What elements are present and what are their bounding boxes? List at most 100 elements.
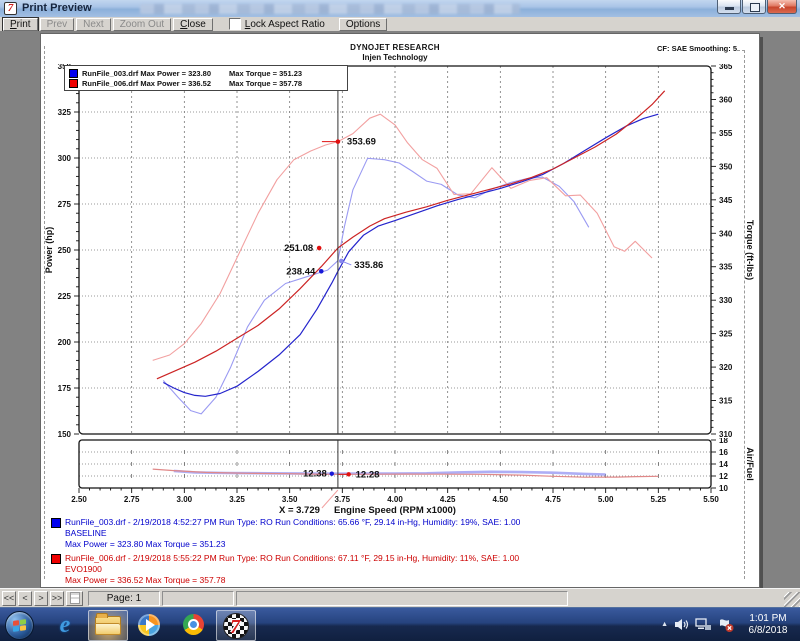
window-title: Print Preview: [22, 2, 92, 14]
close-window-button[interactable]: ✕: [767, 0, 797, 14]
taskbar-dynojet-icon[interactable]: 7: [216, 610, 256, 641]
start-button[interactable]: [5, 611, 34, 640]
app-icon: 7: [4, 2, 17, 15]
annotation-335.86: 335.86: [339, 259, 383, 271]
taskbar-internet-explorer-icon[interactable]: e: [46, 610, 84, 639]
svg-text:330: 330: [719, 296, 733, 305]
runfile_003-torque-curve: [163, 158, 589, 414]
print-button[interactable]: Print: [3, 18, 38, 31]
previous-page-button[interactable]: <: [18, 591, 32, 606]
svg-text:5.25: 5.25: [651, 495, 667, 504]
torque-axis-ticks: 310315320325330335340345350355360365: [711, 64, 733, 438]
run-color-swatch: [51, 518, 61, 528]
legend-text: RunFile_006.drf Max Power = 336.52: [82, 79, 211, 88]
svg-text:12.38: 12.38: [303, 469, 327, 480]
svg-text:345: 345: [719, 196, 733, 205]
svg-text:5.00: 5.00: [598, 495, 614, 504]
air-fuel-chart: 1012141618Air/Fuel2.502.753.003.253.503.…: [41, 438, 759, 520]
svg-text:18: 18: [719, 438, 728, 445]
run-block-baseline: RunFile_003.drf - 2/19/2018 4:52:27 PM R…: [51, 517, 741, 550]
rpm-axis-ticks: 2.502.753.003.253.503.754.004.254.504.75…: [71, 488, 719, 504]
tray-expand-icon[interactable]: ▲: [661, 621, 668, 628]
svg-text:3.00: 3.00: [177, 495, 193, 504]
svg-text:238.44: 238.44: [286, 266, 316, 277]
svg-text:3.75: 3.75: [335, 495, 351, 504]
power-axis-ticks: 150175200225250275300325350: [58, 64, 79, 438]
first-page-button[interactable]: <<: [2, 591, 16, 606]
svg-text:16: 16: [719, 448, 728, 457]
taskbar-clock[interactable]: 1:01 PM 6/8/2018: [740, 613, 796, 637]
svg-text:4.00: 4.00: [387, 495, 403, 504]
preview-page[interactable]: DYNOJET RESEARCH Injen Technology CF: SA…: [40, 33, 760, 588]
svg-text:250: 250: [58, 246, 72, 255]
legend-row: RunFile_006.drf Max Power = 336.52 Max T…: [69, 78, 343, 88]
status-panel: [162, 591, 234, 606]
volume-icon[interactable]: [674, 618, 689, 631]
runfile_006-torque-curve: [153, 114, 652, 360]
maximize-button[interactable]: [742, 0, 766, 14]
svg-text:315: 315: [719, 397, 733, 406]
taskbar-file-explorer-icon[interactable]: [88, 610, 128, 641]
svg-text:2.50: 2.50: [71, 495, 87, 504]
network-icon[interactable]: [695, 618, 712, 631]
run-block-evo1900: RunFile_006.drf - 2/19/2018 5:55:22 PM R…: [51, 553, 741, 586]
annotation-251.08: 251.08: [284, 243, 321, 254]
page-view-button[interactable]: [66, 591, 83, 606]
svg-text:353.69: 353.69: [347, 137, 376, 148]
lock-aspect-ratio-label: Lock Aspect Ratio: [245, 19, 325, 30]
svg-text:4.50: 4.50: [493, 495, 509, 504]
svg-text:335.86: 335.86: [354, 260, 383, 271]
taskbar: e 7 ▲ 1:01 PM 6/8/2018: [0, 607, 800, 641]
checkbox-box[interactable]: [229, 18, 241, 30]
smoothing-note: CF: SAE Smoothing: 5: [657, 44, 737, 53]
redacted-document-path: [140, 4, 520, 14]
page-indicator-label: Page: 1: [107, 593, 141, 604]
print-preview-toolbar: Print Prev Next Zoom Out Close Lock Aspe…: [0, 17, 800, 32]
page-icon: [70, 592, 80, 604]
x-axis-title: Engine Speed (RPM x1000): [334, 505, 456, 516]
media-player-icon: [138, 614, 160, 636]
svg-text:4.25: 4.25: [440, 495, 456, 504]
legend-swatch-blue: [69, 69, 78, 78]
svg-text:150: 150: [58, 430, 72, 438]
prev-page-button[interactable]: Prev: [40, 18, 75, 31]
main-grid: [79, 66, 711, 434]
af-axis-ticks: 1012141618: [711, 438, 728, 493]
folder-icon: [95, 616, 121, 635]
next-page-button-status[interactable]: >: [34, 591, 48, 606]
lock-aspect-ratio-checkbox[interactable]: Lock Aspect Ratio: [229, 18, 325, 30]
chart-subtitle: Injen Technology: [79, 53, 711, 62]
svg-text:355: 355: [719, 129, 733, 138]
svg-text:225: 225: [58, 292, 72, 301]
svg-text:325: 325: [719, 330, 733, 339]
legend-swatch-red: [69, 79, 78, 88]
zoom-out-button[interactable]: Zoom Out: [113, 18, 171, 31]
minimize-button[interactable]: [717, 0, 741, 14]
power-torque-chart: 1501752002252502753003253503103153203253…: [41, 64, 759, 438]
dynojet-7-icon: 7: [223, 613, 249, 639]
run-file-line: RunFile_006.drf - 2/19/2018 5:55:22 PM R…: [65, 553, 741, 564]
svg-text:12.28: 12.28: [356, 469, 380, 480]
svg-text:350: 350: [719, 162, 733, 171]
run-info: RunFile_003.drf - 2/19/2018 4:52:27 PM R…: [51, 517, 741, 589]
svg-text:275: 275: [58, 200, 72, 209]
svg-text:3.25: 3.25: [229, 495, 245, 504]
ie-icon: e: [60, 613, 71, 637]
resize-grip[interactable]: [784, 592, 800, 608]
run-name-line: EVO1900: [65, 564, 741, 575]
close-preview-button[interactable]: Close: [173, 18, 213, 31]
taskbar-media-player-icon[interactable]: [130, 610, 168, 639]
svg-text:335: 335: [719, 263, 733, 272]
torque-axis-title: Torque (ft-lbs): [745, 220, 755, 280]
svg-text:175: 175: [58, 384, 72, 393]
runfile_003-power-curve: [163, 114, 658, 396]
last-page-button[interactable]: >>: [50, 591, 64, 606]
action-center-flag-icon[interactable]: [718, 618, 734, 632]
next-page-button[interactable]: Next: [76, 18, 111, 31]
svg-text:360: 360: [719, 95, 733, 104]
svg-text:320: 320: [719, 363, 733, 372]
svg-text:200: 200: [58, 338, 72, 347]
options-button[interactable]: Options: [339, 18, 387, 31]
power-axis-title: Power (hp): [44, 227, 54, 274]
taskbar-chrome-icon[interactable]: [174, 610, 212, 639]
